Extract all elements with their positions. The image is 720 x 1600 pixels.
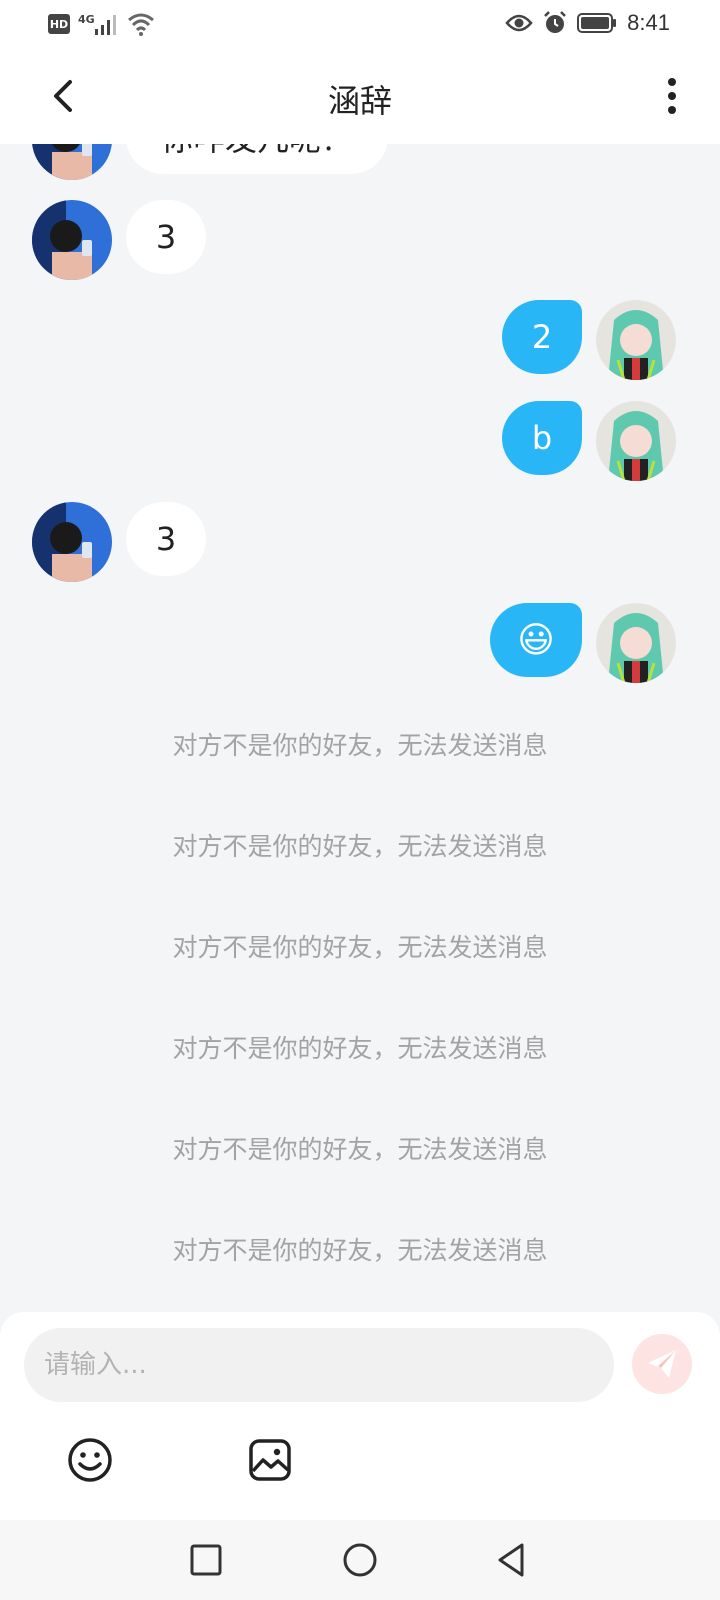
message-incoming: 3 [0,200,720,280]
alarm-icon [544,11,567,33]
send-icon [648,1350,676,1378]
message-incoming: 3 [0,502,720,582]
send-button[interactable] [632,1334,692,1394]
system-notice: 对方不是你的好友，无法发送消息 [172,731,548,760]
signal-icon [94,15,116,35]
image-icon [249,1439,291,1481]
battery-icon [577,13,617,33]
message-incoming: 你咋发几呢？ [0,144,720,180]
eye-icon [505,14,533,32]
message-bubble[interactable]: 😃 [490,603,582,677]
wifi-icon [127,13,154,36]
message-outgoing: 😃 [0,603,720,683]
message-input[interactable] [24,1328,614,1402]
emoji-button[interactable] [66,1436,114,1484]
message-bubble[interactable]: 你咋发几呢？ [126,144,388,174]
avatar[interactable] [596,401,676,481]
system-notice: 对方不是你的好友，无法发送消息 [172,1135,548,1164]
message-bubble[interactable]: 3 [126,200,206,274]
image-button[interactable] [248,1438,292,1482]
avatar[interactable] [32,502,112,582]
system-nav-bar [0,1520,720,1600]
more-options-button[interactable] [660,74,684,118]
emoji-icon [68,1438,112,1482]
status-bar: HD 4G 8:41 [0,0,720,48]
more-vert-icon [668,78,676,114]
status-right: 8:41 [505,10,670,36]
status-left: HD 4G [48,12,155,36]
avatar[interactable] [32,200,112,280]
nav-back-button[interactable] [492,1540,532,1580]
system-notice: 对方不是你的好友，无法发送消息 [172,1236,548,1265]
message-composer [0,1312,720,1520]
network-type: 4G [78,12,95,26]
recent-apps-icon [190,1544,222,1576]
recent-apps-button[interactable] [186,1540,226,1580]
message-input-wrapper [24,1328,614,1402]
message-list[interactable]: 你咋发几呢？ 3 2 [0,144,720,1312]
page-title: 涵辞 [327,82,392,120]
message-outgoing: 2 [0,300,720,380]
message-outgoing: b [0,401,720,481]
avatar[interactable] [596,603,676,683]
chat-header: 涵辞 [0,48,720,144]
system-notice: 对方不是你的好友，无法发送消息 [172,1034,548,1063]
hd-badge: HD [48,14,70,34]
home-button[interactable] [340,1540,380,1580]
avatar[interactable] [596,300,676,380]
message-bubble[interactable]: 2 [502,300,582,374]
avatar[interactable] [32,144,112,180]
clock-time: 8:41 [627,10,670,35]
back-nav-icon [498,1543,524,1577]
system-notice: 对方不是你的好友，无法发送消息 [172,832,548,861]
message-bubble[interactable]: b [502,401,582,475]
message-bubble[interactable]: 3 [126,502,206,576]
home-icon [343,1543,377,1577]
system-notice: 对方不是你的好友，无法发送消息 [172,933,548,962]
